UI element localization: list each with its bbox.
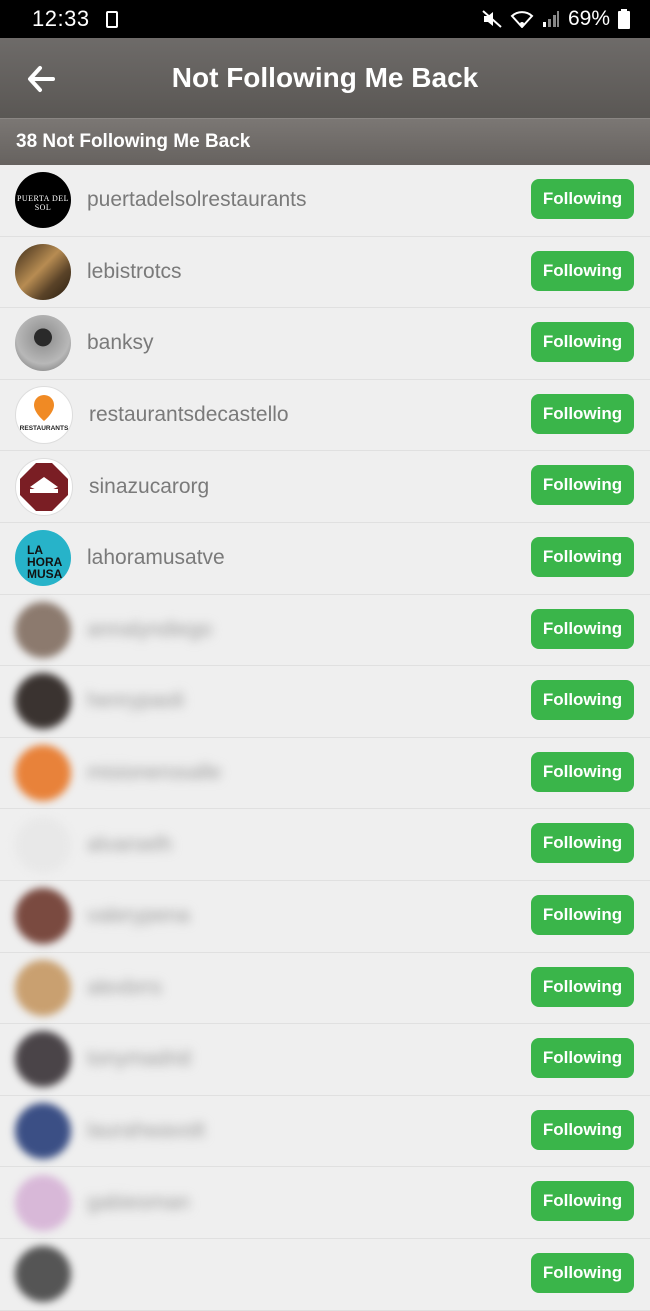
following-button[interactable]: Following: [531, 536, 634, 577]
count-header: 38 Not Following Me Back: [0, 118, 650, 165]
following-button[interactable]: Following: [531, 680, 634, 721]
avatar[interactable]: [15, 457, 73, 516]
list-item[interactable]: Following: [0, 1239, 650, 1311]
avatar[interactable]: [15, 745, 71, 802]
list-item[interactable]: henrypaoli Following: [0, 666, 650, 738]
following-button[interactable]: Following: [531, 966, 634, 1007]
list-item[interactable]: laurahwavolt Following: [0, 1096, 650, 1168]
list-item[interactable]: sinazucarorg Following: [0, 451, 650, 523]
following-button[interactable]: Following: [531, 1038, 634, 1079]
signal-icon: [542, 11, 559, 27]
avatar[interactable]: [15, 1103, 71, 1160]
avatar[interactable]: [15, 601, 71, 658]
list-item[interactable]: banksy Following: [0, 308, 650, 380]
following-button[interactable]: Following: [531, 322, 634, 363]
following-button[interactable]: Following: [531, 751, 634, 792]
following-button[interactable]: Following: [531, 393, 634, 434]
avatar[interactable]: [15, 1031, 71, 1088]
username[interactable]: annalyndiego: [87, 618, 212, 642]
username[interactable]: banksy: [87, 331, 154, 355]
username[interactable]: tonymadrid: [87, 1047, 191, 1071]
following-button[interactable]: Following: [531, 823, 634, 864]
battery-icon: [618, 9, 630, 29]
username[interactable]: sinazucarorg: [89, 475, 209, 499]
list-item[interactable]: alexbrrs Following: [0, 953, 650, 1025]
username[interactable]: alexbrrs: [87, 976, 162, 1000]
back-arrow-icon[interactable]: [26, 64, 56, 94]
username[interactable]: misionerosalle: [87, 761, 221, 785]
avatar[interactable]: LA HORA MUSA: [15, 530, 71, 587]
username[interactable]: valerypena: [87, 904, 190, 928]
avatar[interactable]: [15, 959, 71, 1016]
username[interactable]: henrypaoli: [87, 689, 184, 713]
list-item[interactable]: gabiesman Following: [0, 1167, 650, 1239]
avatar[interactable]: RESTAURANTS: [15, 386, 73, 445]
list-item[interactable]: tonymadrid Following: [0, 1024, 650, 1096]
username[interactable]: restaurantsdecastello: [89, 403, 289, 427]
username[interactable]: puertadelsolrestaurants: [87, 188, 306, 212]
svg-text:RESTAURANTS: RESTAURANTS: [20, 425, 69, 432]
avatar[interactable]: [15, 1174, 71, 1231]
avatar[interactable]: [15, 888, 71, 945]
avatar[interactable]: [15, 816, 71, 873]
mute-icon: [482, 10, 502, 28]
username[interactable]: alvaroelh: [87, 833, 172, 857]
status-time: 12:33: [32, 6, 90, 31]
list-item[interactable]: misionerosalle Following: [0, 738, 650, 810]
list-item[interactable]: alvaroelh Following: [0, 809, 650, 881]
following-button[interactable]: Following: [531, 894, 634, 935]
list-item[interactable]: LA HORA MUSA lahoramusatve Following: [0, 523, 650, 595]
status-bar: 12:33 69%: [0, 0, 650, 38]
vibrate-icon: [105, 10, 118, 28]
wifi-icon: [510, 11, 534, 28]
username[interactable]: laurahwavolt: [87, 1119, 205, 1143]
following-button[interactable]: Following: [531, 1252, 634, 1293]
username[interactable]: gabiesman: [87, 1191, 190, 1215]
list-item[interactable]: lebistrotcs Following: [0, 237, 650, 309]
avatar[interactable]: PUERTA DEL SOL: [15, 172, 71, 229]
avatar[interactable]: [15, 673, 71, 730]
page-title: Not Following Me Back: [171, 62, 479, 93]
avatar[interactable]: [15, 315, 71, 372]
app-bar: Not Following Me Back: [0, 38, 650, 118]
following-button[interactable]: Following: [531, 608, 634, 649]
following-button[interactable]: Following: [531, 465, 634, 506]
following-button[interactable]: Following: [531, 1181, 634, 1222]
following-button[interactable]: Following: [531, 179, 634, 219]
avatar[interactable]: [15, 243, 71, 300]
username[interactable]: lebistrotcs: [87, 260, 182, 284]
battery-percent: 69%: [567, 7, 610, 30]
avatar[interactable]: [15, 1246, 71, 1303]
user-list: PUERTA DEL SOL puertadelsolrestaurants Fol…: [0, 165, 650, 1311]
following-button[interactable]: Following: [531, 250, 634, 291]
following-button[interactable]: Following: [531, 1109, 634, 1150]
list-item[interactable]: valerypena Following: [0, 881, 650, 953]
username[interactable]: lahoramusatve: [87, 546, 225, 570]
list-item[interactable]: PUERTA DEL SOL puertadelsolrestaurants Fol…: [0, 165, 650, 237]
list-item[interactable]: annalyndiego Following: [0, 595, 650, 667]
list-item[interactable]: RESTAURANTS restaurantsdecastello Followin…: [0, 380, 650, 452]
